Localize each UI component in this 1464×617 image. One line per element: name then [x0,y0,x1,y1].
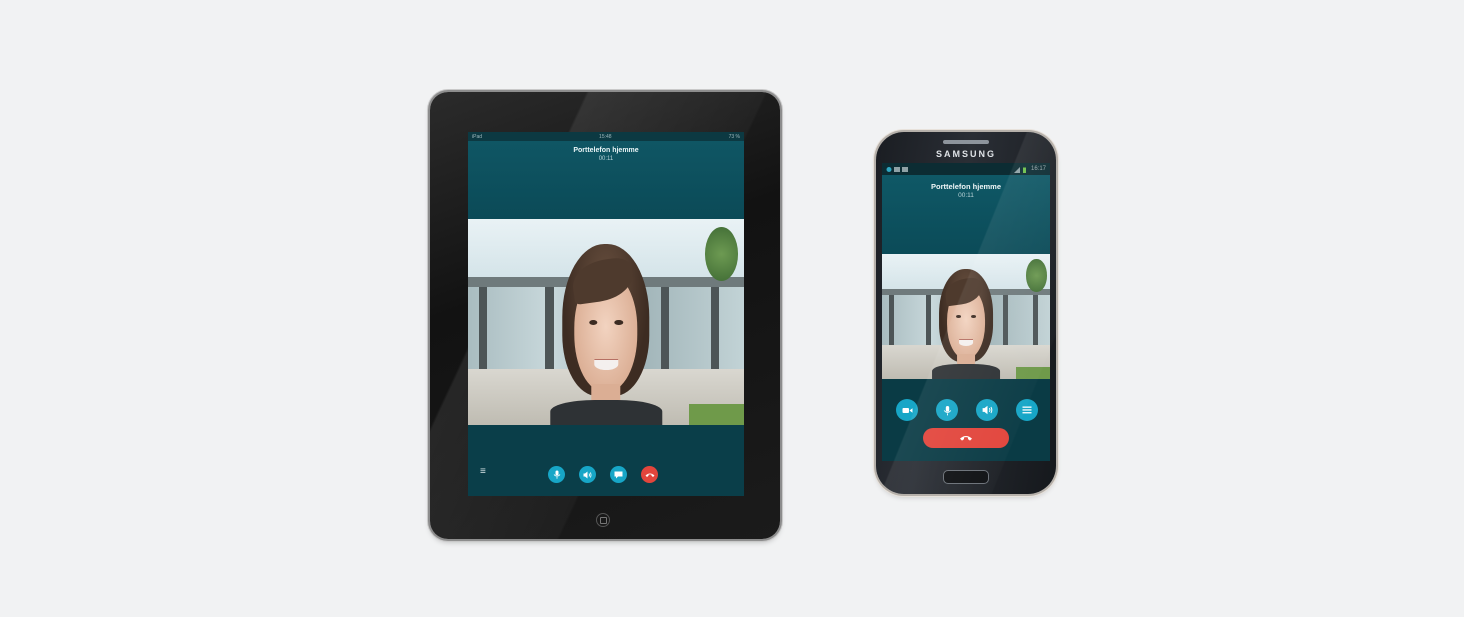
home-button[interactable] [596,513,610,527]
ipad-status-bar: iPad 15:48 73 % [468,132,744,141]
clock: 15:48 [599,133,612,140]
battery-level: 73 % [728,133,740,140]
end-call-button[interactable] [923,428,1009,448]
caller-person [929,254,1003,379]
call-controls: ≡ [468,425,744,496]
brand-logo: SAMSUNG [935,149,996,159]
video-feed [468,219,744,425]
notification-icons [886,166,910,173]
call-duration: 00:11 [598,156,614,162]
ipad-device: iPad 15:48 73 % Porttelefon hjemme 00:11 [430,92,780,539]
signal-icon [1013,166,1028,173]
call-duration: 00:11 [958,192,974,199]
video-scene [882,254,1050,379]
earpiece-speaker [943,140,989,144]
clock: 16:17 [1030,166,1046,172]
menu-icon[interactable]: ≡ [480,467,486,477]
call-header: Porttelefon hjemme 00:11 [468,141,744,219]
caller-name: Porttelefon hjemme [573,147,639,154]
samsung-phone-device: SAMSUNG 16:17 Porttelefon hjemme 00:11 [876,132,1056,494]
hangup-icon [959,434,973,442]
call-header: Porttelefon hjemme 00:11 [882,175,1050,254]
video-feed [882,254,1050,379]
microphone-icon[interactable] [548,466,565,483]
caller-name: Porttelefon hjemme [930,182,1001,191]
phone-status-bar: 16:17 [882,163,1050,175]
microphone-icon[interactable] [936,399,958,421]
ipad-screen: iPad 15:48 73 % Porttelefon hjemme 00:11 [468,132,744,496]
speaker-icon[interactable] [976,399,998,421]
carrier-label: iPad [472,133,483,140]
phone-screen: 16:17 Porttelefon hjemme 00:11 [882,163,1050,461]
call-controls [882,379,1050,461]
hangup-icon[interactable] [641,466,658,483]
video-icon[interactable] [896,399,918,421]
chat-icon[interactable] [610,466,627,483]
video-scene [468,219,744,425]
caller-person [545,219,666,425]
home-button[interactable] [943,470,989,484]
menu-icon[interactable] [1016,399,1038,421]
speaker-icon[interactable] [579,466,596,483]
